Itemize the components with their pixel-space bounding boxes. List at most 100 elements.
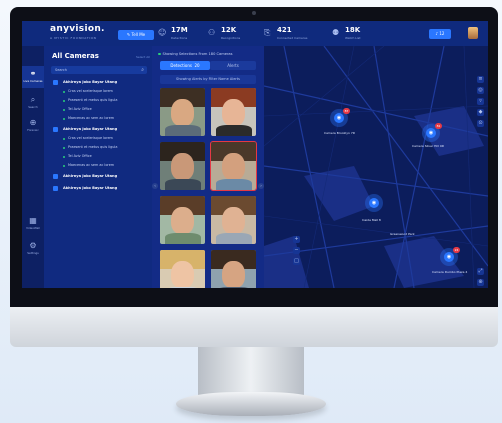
rail-label: Forensic xyxy=(27,128,39,132)
pin-label: Camera Dumbo Plaza 4 xyxy=(432,270,468,274)
status-dot xyxy=(63,146,65,149)
rail-item-settings[interactable]: ⚙ Settings xyxy=(22,238,44,258)
cameras-panel: All Cameras Select All Search ⌕ Akhirnya… xyxy=(44,46,152,288)
filter-icon[interactable]: ▿ xyxy=(477,98,484,105)
search-placeholder: Search xyxy=(55,68,68,72)
tab-label: Detections xyxy=(170,63,192,68)
fullscreen-icon[interactable]: □ xyxy=(293,258,300,265)
chevron-left-icon[interactable]: ‹ xyxy=(152,183,158,189)
camera-grid-icon: ⚭ xyxy=(29,69,37,78)
pin-icon[interactable]: ◆ xyxy=(477,109,484,116)
tab-alerts[interactable]: Alerts xyxy=(210,61,256,70)
camera-icon: ⎘ xyxy=(264,28,271,37)
pin-label: Camera Silver Hill 9D xyxy=(412,144,445,148)
tell-me-label: Tell Me xyxy=(131,32,146,37)
detection-thumbnail-alert[interactable] xyxy=(210,141,257,191)
layers-icon[interactable]: ≡ xyxy=(477,76,484,83)
detection-thumbnail[interactable] xyxy=(160,88,205,136)
camera-pin[interactable]: ◉ 24 xyxy=(440,247,460,266)
selections-heading-text: Showing Selections From 180 Cameras xyxy=(162,52,233,56)
pin-count: 81 xyxy=(435,123,442,129)
search-icon: ⌕ xyxy=(141,67,144,73)
stat-label: Detections xyxy=(171,36,188,40)
camera-pin[interactable]: ◉ 81 xyxy=(422,123,442,142)
rail-label: Live Cameras xyxy=(23,79,43,83)
video-wall-icon: ▦ xyxy=(29,216,37,225)
rail-item-videowall[interactable]: ▦ VideoWall xyxy=(22,213,44,233)
rail-label: VideoWall xyxy=(26,226,40,230)
camera-name: Cras vel scelerisque lorem xyxy=(68,136,113,140)
logo[interactable]: anyvision. xyxy=(50,24,105,34)
rail-item-forensic[interactable]: ⊕ Forensic xyxy=(22,115,44,135)
select-all-link[interactable]: Select All xyxy=(136,55,150,59)
camera-pin[interactable]: ◉ xyxy=(365,194,383,212)
panel-title: All Cameras xyxy=(52,52,99,60)
target-icon[interactable]: ⊙ xyxy=(477,120,484,127)
alert-filter-bar[interactable]: Showing Alerts by Filter Name Alerts xyxy=(160,75,256,84)
stat-value: 12K xyxy=(221,26,237,34)
group-name: Akhirnya Joko Bayar Utang xyxy=(63,186,118,190)
camera-icon: ◉ xyxy=(369,198,379,208)
stat-label: Connected Cameras xyxy=(277,36,308,40)
detection-thumbnail[interactable] xyxy=(160,250,205,288)
user-x-icon: ⚉ xyxy=(332,28,340,37)
zoom-out-icon[interactable]: − xyxy=(293,247,300,254)
rail-item-live-cameras[interactable]: ⚭ Live Cameras xyxy=(22,66,44,88)
group-name: Akhirnya Joko Bayar Utang xyxy=(63,174,118,178)
rail-label: Search xyxy=(28,105,38,109)
stat-value: 17M xyxy=(171,26,188,34)
group-checkbox[interactable] xyxy=(53,186,58,191)
left-rail: ⚭ Live Cameras ⌕ Search ⊕ Forensic ▦ Vid… xyxy=(22,46,44,288)
detection-thumbnail[interactable] xyxy=(160,196,205,244)
detection-thumbnail[interactable] xyxy=(211,250,256,288)
pin-count: 87 xyxy=(343,108,350,114)
detection-thumbnail[interactable] xyxy=(211,196,256,244)
camera-name: Maecenas ac sem ac lorem xyxy=(68,163,115,167)
people-icon: ⚇ xyxy=(208,28,216,37)
webcam-dot xyxy=(252,11,256,15)
camera-icon: ◉ xyxy=(334,113,344,123)
detection-thumbnail[interactable] xyxy=(160,142,205,190)
tab-detections[interactable]: Detections 20 xyxy=(160,61,210,70)
avatar[interactable] xyxy=(468,27,478,39)
camera-search-input[interactable]: Search ⌕ xyxy=(51,66,147,74)
rail-label: Settings xyxy=(27,251,39,255)
rail-item-search[interactable]: ⌕ Search xyxy=(22,92,44,112)
monitor-chin xyxy=(10,307,498,347)
expand-icon[interactable]: ⤢ xyxy=(477,268,484,275)
status-dot xyxy=(63,117,65,120)
monitor-stand-base xyxy=(176,392,326,416)
status-dot xyxy=(63,155,65,158)
status-dot xyxy=(63,108,65,111)
camera-name: Praesent et metus quis ligula xyxy=(68,145,118,149)
search-icon: ⌕ xyxy=(30,95,36,104)
app-header: anyvision. A MYSTIC FOUNDATION ✎ Tell Me… xyxy=(22,21,488,47)
group-checkbox[interactable] xyxy=(53,174,58,179)
pin-label: Inside Mall 8 xyxy=(362,218,381,222)
selections-heading: Showing Selections From 180 Cameras xyxy=(158,52,233,56)
camera-pin[interactable]: ◉ 87 xyxy=(330,108,350,127)
pin-count: 24 xyxy=(453,247,460,253)
notifications-button[interactable]: ♪ 12 xyxy=(429,29,451,39)
app-screen: anyvision. A MYSTIC FOUNDATION ✎ Tell Me… xyxy=(22,21,488,288)
group-checkbox[interactable] xyxy=(53,80,58,85)
camera-icon: ◉ xyxy=(426,128,436,138)
camera-name: Tel Aviv Office xyxy=(68,107,92,111)
status-dot xyxy=(158,52,161,55)
stat-label: Recognitions xyxy=(221,36,241,40)
camera-icon: ◉ xyxy=(444,252,454,262)
eye-icon[interactable]: ◎ xyxy=(477,87,484,94)
status-dot xyxy=(63,164,65,167)
notification-count: 12 xyxy=(439,31,445,36)
detection-thumbnail[interactable] xyxy=(211,88,256,136)
pin-label: Camera Brooklyn 7D xyxy=(324,131,356,135)
map-view[interactable]: ◉ 87 Camera Brooklyn 7D ◉ 81 Camera Silver… xyxy=(264,46,488,288)
status-dot xyxy=(63,90,65,93)
location-icon[interactable]: ⊕ xyxy=(477,279,484,286)
group-checkbox[interactable] xyxy=(53,127,58,132)
zoom-in-icon[interactable]: + xyxy=(293,236,300,243)
stat-label: Watch List xyxy=(345,36,361,40)
tell-me-button[interactable]: ✎ Tell Me xyxy=(118,30,154,40)
tab-count: 20 xyxy=(194,63,200,68)
camera-name: Tel Aviv Office xyxy=(68,154,92,158)
